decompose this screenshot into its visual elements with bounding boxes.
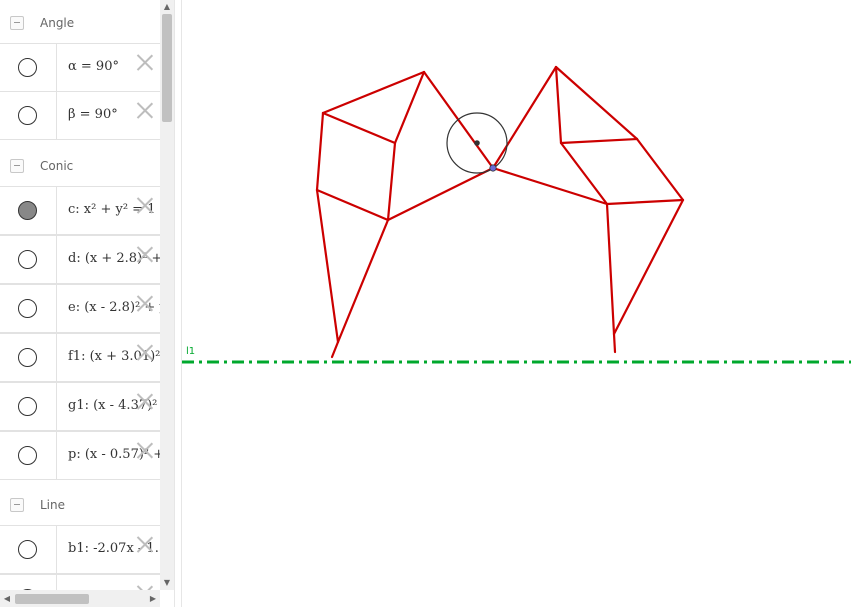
delete-icon[interactable] <box>136 196 154 214</box>
group-header-line[interactable]: Line <box>0 481 160 526</box>
algebra-item-e[interactable]: e: (x - 2.8)² + y <box>0 284 160 333</box>
line-label-l1: l1 <box>186 346 195 357</box>
segment[interactable] <box>612 198 685 336</box>
segment[interactable] <box>321 111 397 145</box>
delete-icon[interactable] <box>136 535 154 553</box>
group-header-conic[interactable]: Conic <box>0 142 160 187</box>
marble-column <box>0 432 57 479</box>
item-definition[interactable]: β = 90° <box>68 107 118 122</box>
collapse-angle-button[interactable] <box>10 16 24 30</box>
marble-column <box>0 334 57 381</box>
delete-icon[interactable] <box>136 53 154 71</box>
vertical-scroll-thumb[interactable] <box>162 14 172 122</box>
visibility-toggle[interactable] <box>18 397 37 416</box>
algebra-item-p[interactable]: p: (x - 0.57)² + <box>0 431 160 480</box>
segment[interactable] <box>612 332 617 354</box>
marble-column <box>0 92 57 139</box>
segment[interactable] <box>559 137 639 145</box>
delete-icon[interactable] <box>136 294 154 312</box>
segment[interactable] <box>315 188 340 344</box>
scroll-left-icon[interactable]: ◀ <box>0 590 14 607</box>
scroll-right-icon[interactable]: ▶ <box>146 590 160 607</box>
group-label-conic: Conic <box>40 159 74 173</box>
segment[interactable] <box>330 340 340 359</box>
segment[interactable] <box>386 166 495 222</box>
graphics-view[interactable]: l1 <box>182 0 851 607</box>
linkage-figure[interactable] <box>315 65 685 359</box>
vertical-scrollbar[interactable]: ▲ ▼ <box>160 0 174 590</box>
delete-icon[interactable] <box>136 441 154 459</box>
group-label-angle: Angle <box>40 16 75 30</box>
algebra-item-f1[interactable]: f1: (x + 3.01)² <box>0 333 160 382</box>
visibility-toggle[interactable] <box>18 299 37 318</box>
delete-icon[interactable] <box>136 343 154 361</box>
visibility-toggle[interactable] <box>18 106 37 125</box>
visibility-toggle[interactable] <box>18 540 37 559</box>
segment[interactable] <box>315 111 325 192</box>
visibility-toggle[interactable] <box>18 446 37 465</box>
segment[interactable] <box>605 202 616 336</box>
marble-column <box>0 236 57 283</box>
algebra-item-beta[interactable]: β = 90° <box>0 91 160 140</box>
visibility-toggle[interactable] <box>18 250 37 269</box>
horizontal-scroll-thumb[interactable] <box>15 594 89 604</box>
segment[interactable] <box>554 65 563 145</box>
delete-icon[interactable] <box>136 392 154 410</box>
segment[interactable] <box>605 198 685 206</box>
group-header-angle[interactable]: Angle <box>0 0 160 45</box>
item-definition[interactable]: α = 90° <box>68 59 119 74</box>
visibility-toggle[interactable] <box>18 58 37 77</box>
algebra-item-d[interactable]: d: (x + 2.8)² + <box>0 235 160 284</box>
algebra-item-partial[interactable] <box>0 574 160 590</box>
algebra-item-g1[interactable]: g1: (x - 4.37)² - <box>0 382 160 431</box>
visibility-toggle[interactable] <box>18 348 37 367</box>
algebra-view: Angle α = 90° β = 90° Conic c: x² + y² =… <box>0 0 160 590</box>
visibility-toggle[interactable] <box>18 201 37 220</box>
delete-icon[interactable] <box>136 245 154 263</box>
group-label-line: Line <box>40 498 66 512</box>
algebra-item-alpha[interactable]: α = 90° <box>0 43 160 92</box>
scroll-up-icon[interactable]: ▲ <box>160 0 174 14</box>
crank-point[interactable] <box>489 164 497 172</box>
delete-icon[interactable] <box>136 101 154 119</box>
segment[interactable] <box>336 218 390 344</box>
marble-column <box>0 187 57 234</box>
segment[interactable] <box>635 137 685 202</box>
marble-column <box>0 44 57 91</box>
marble-column <box>0 526 57 573</box>
horizontal-scrollbar[interactable]: ◀ ▶ <box>0 590 160 607</box>
algebra-item-b1[interactable]: b1: -2.07x - 1.5 <box>0 525 160 574</box>
collapse-conic-button[interactable] <box>10 159 24 173</box>
segment[interactable] <box>491 65 558 170</box>
circle-center-point[interactable] <box>474 140 480 146</box>
algebra-item-c[interactable]: c: x² + y² = 1 <box>0 186 160 235</box>
view-divider[interactable] <box>174 0 182 607</box>
marble-column <box>0 285 57 332</box>
segment[interactable] <box>315 188 390 222</box>
scroll-down-icon[interactable]: ▼ <box>160 576 174 590</box>
segment[interactable] <box>559 141 609 206</box>
segment[interactable] <box>386 141 397 222</box>
segment[interactable] <box>491 166 609 206</box>
marble-column <box>0 383 57 430</box>
collapse-line-button[interactable] <box>10 498 24 512</box>
segment[interactable] <box>554 65 639 141</box>
marble-column <box>0 575 57 590</box>
